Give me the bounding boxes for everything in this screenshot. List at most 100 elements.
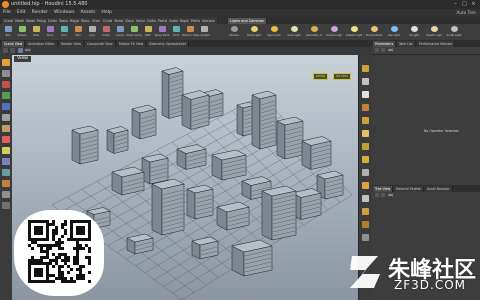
tool-caustic-light[interactable]: Caustic Light bbox=[426, 25, 442, 40]
site-watermark: 朱峰社区 ZF3D.COM bbox=[340, 244, 480, 300]
point-icon[interactable] bbox=[362, 143, 369, 150]
window-title: untitled.hip - Houdini 15.5.480 bbox=[11, 1, 88, 7]
menu-windows[interactable]: Windows bbox=[51, 9, 78, 15]
distant-light-icon bbox=[351, 26, 358, 32]
maximize-button[interactable]: □ bbox=[461, 1, 468, 7]
tool-path[interactable]: Path bbox=[142, 25, 154, 40]
info-icon[interactable] bbox=[362, 195, 369, 202]
building-side bbox=[149, 157, 169, 185]
tool-geometry-light[interactable]: Geometry Light bbox=[306, 25, 322, 40]
parameter-crumb[interactable]: obj bbox=[388, 48, 393, 52]
tool-null[interactable]: Null bbox=[72, 25, 84, 40]
light-icon[interactable] bbox=[362, 130, 369, 137]
ghost-icon[interactable] bbox=[362, 104, 369, 111]
tool-circle[interactable]: Circle bbox=[100, 25, 112, 40]
pose-icon[interactable] bbox=[2, 125, 10, 132]
grid-icon bbox=[61, 26, 68, 32]
back-icon[interactable] bbox=[375, 48, 379, 52]
tool-gi-light[interactable]: GI Light bbox=[408, 25, 420, 40]
wireframe-icon[interactable] bbox=[362, 91, 369, 98]
handle-icon[interactable] bbox=[2, 114, 10, 121]
close-button[interactable]: × bbox=[470, 1, 477, 7]
camera-badge[interactable]: no cam bbox=[333, 73, 351, 80]
persp-badge[interactable]: persp bbox=[313, 73, 328, 80]
portal-light-icon bbox=[451, 26, 458, 32]
network-crumb[interactable]: obj bbox=[388, 193, 393, 197]
tool-sphere[interactable]: Sphere bbox=[16, 25, 28, 40]
viewport-label: View bbox=[14, 56, 31, 62]
tool-sky-light[interactable]: Sky Light bbox=[388, 25, 400, 40]
building-side bbox=[284, 120, 304, 160]
render-icon[interactable] bbox=[2, 158, 10, 165]
building-17 bbox=[186, 188, 196, 220]
menu-edit[interactable]: Edit bbox=[14, 9, 29, 15]
tool-portal-light[interactable]: Portal Light bbox=[446, 25, 462, 40]
tool-tube[interactable]: Tube bbox=[30, 25, 42, 40]
tool-distant-light[interactable]: Distant Light bbox=[346, 25, 362, 40]
tool-label: Portal Light bbox=[446, 34, 462, 37]
tool-area-light[interactable]: Area Light bbox=[287, 25, 301, 40]
platonic-solids-icon bbox=[187, 26, 194, 32]
snap-icon[interactable] bbox=[2, 180, 10, 187]
menu-file[interactable]: File bbox=[0, 9, 14, 15]
tool-line[interactable]: Line bbox=[86, 25, 98, 40]
tool-label: L-System bbox=[197, 34, 210, 37]
tool-label: Area Light bbox=[287, 34, 301, 37]
forward-icon[interactable] bbox=[10, 48, 15, 53]
camera-icon[interactable] bbox=[2, 169, 10, 176]
tool-spray-paint[interactable]: Spray Paint bbox=[155, 25, 169, 40]
circle-icon bbox=[103, 26, 110, 32]
building-22 bbox=[261, 190, 273, 241]
menu-render[interactable]: Render bbox=[29, 9, 51, 15]
particles-icon[interactable] bbox=[362, 208, 369, 215]
menu-assets[interactable]: Assets bbox=[77, 9, 98, 15]
parameters-pane: No Operator Selected bbox=[372, 55, 480, 185]
torus-icon bbox=[47, 26, 54, 32]
building-side bbox=[161, 183, 185, 236]
auto-takes-label[interactable]: Auto Tem bbox=[456, 10, 476, 15]
background-icon[interactable] bbox=[362, 117, 369, 124]
paint-icon[interactable] bbox=[2, 136, 10, 143]
uv-icon[interactable] bbox=[362, 169, 369, 176]
tool-camera[interactable]: Camera bbox=[228, 25, 240, 40]
tool-draw-curve[interactable]: Draw Curve bbox=[126, 25, 142, 40]
grid-icon[interactable] bbox=[2, 191, 10, 198]
null-icon bbox=[75, 26, 82, 32]
forward-icon[interactable] bbox=[381, 193, 385, 197]
minimize-button[interactable]: – bbox=[452, 1, 459, 7]
back-icon[interactable] bbox=[3, 48, 8, 53]
lock-icon[interactable] bbox=[2, 202, 10, 209]
move-icon[interactable] bbox=[2, 81, 10, 88]
select-icon[interactable] bbox=[2, 59, 10, 66]
building-side bbox=[190, 94, 210, 130]
tool-l-system[interactable]: L-System bbox=[198, 25, 210, 40]
scale-icon[interactable] bbox=[2, 103, 10, 110]
bounds-icon[interactable] bbox=[362, 221, 369, 228]
hidden-icon[interactable] bbox=[362, 234, 369, 241]
tool-torus[interactable]: Torus bbox=[44, 25, 56, 40]
shelf-tools: Box Sphere Tube Torus Grid Null Line Circle Curv… bbox=[0, 24, 480, 41]
tool-environment-light[interactable]: Environment Light bbox=[366, 25, 382, 40]
normal-icon[interactable] bbox=[362, 156, 369, 163]
tool-font[interactable]: Font bbox=[170, 25, 182, 40]
view-icon[interactable] bbox=[2, 70, 10, 77]
tool-curve[interactable]: Curve bbox=[114, 25, 126, 40]
spot-light-icon bbox=[271, 26, 278, 32]
display-icon[interactable] bbox=[362, 65, 369, 72]
tool-grid[interactable]: Grid bbox=[58, 25, 70, 40]
forward-icon[interactable] bbox=[381, 48, 385, 52]
back-icon[interactable] bbox=[375, 193, 379, 197]
obj-context-icon bbox=[18, 48, 23, 53]
tool-label: Sky Light bbox=[388, 34, 400, 37]
path-crumb[interactable]: obj bbox=[25, 48, 30, 52]
vector-icon[interactable] bbox=[362, 182, 369, 189]
tool-box[interactable]: Box bbox=[2, 25, 14, 40]
tool-spot-light[interactable]: Spot Light bbox=[267, 25, 281, 40]
tool-point-light[interactable]: Point Light bbox=[247, 25, 261, 40]
brush-icon[interactable] bbox=[2, 147, 10, 154]
tool-volume-light[interactable]: Volume Light bbox=[326, 25, 342, 40]
tool-platonic-solids[interactable]: Platonic Solids bbox=[182, 25, 198, 40]
shading-icon[interactable] bbox=[362, 78, 369, 85]
menu-help[interactable]: Help bbox=[98, 9, 114, 15]
rotate-icon[interactable] bbox=[2, 92, 10, 99]
